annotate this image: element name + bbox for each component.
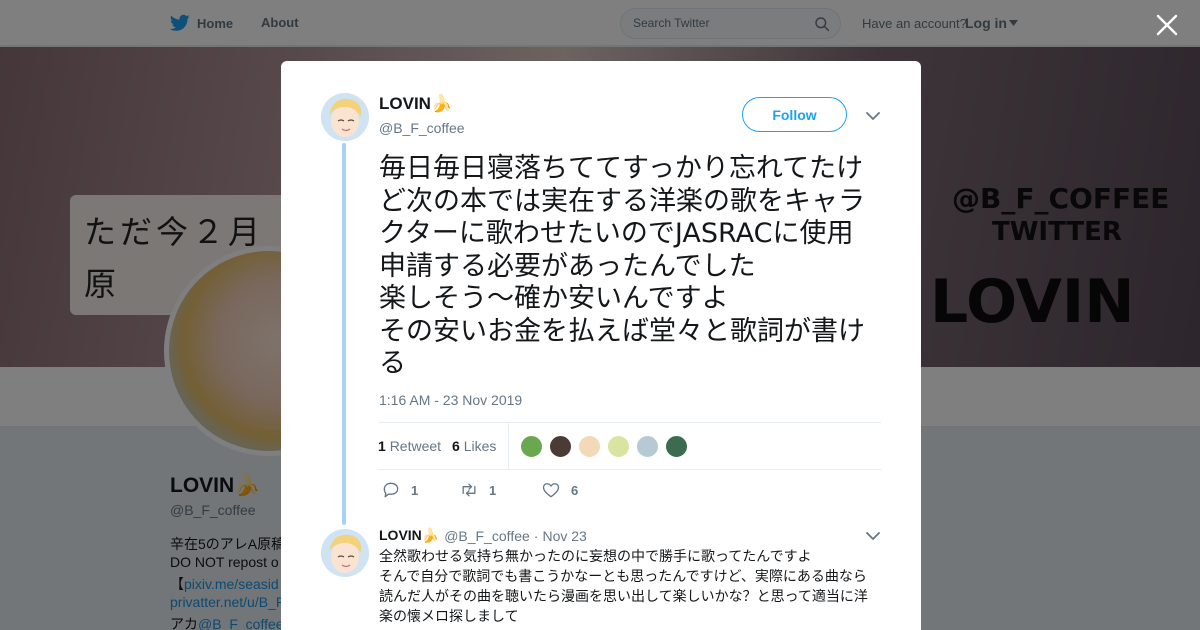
tweet-timestamp[interactable]: 1:16 AM - 23 Nov 2019 bbox=[379, 392, 522, 408]
retweet-stat[interactable]: 1 Retweet bbox=[378, 438, 441, 454]
author-name[interactable]: LOVIN🍌 bbox=[379, 94, 452, 114]
tweet-text-line: 毎日毎日寝落ちててすっかり忘れてたけ bbox=[379, 153, 864, 184]
like-count: 6 bbox=[571, 482, 579, 498]
reply-separator: · bbox=[533, 527, 539, 544]
tweet-text-line: クターに歌わせたいのでJASRACに使用 bbox=[379, 218, 854, 249]
reply-author-avatar[interactable] bbox=[321, 529, 369, 577]
like-button[interactable]: 6 bbox=[541, 480, 578, 500]
reply-button[interactable]: 1 bbox=[381, 480, 418, 500]
reply-date[interactable]: Nov 23 bbox=[542, 528, 586, 544]
stats-divider bbox=[508, 423, 509, 469]
close-icon[interactable] bbox=[1154, 12, 1180, 38]
likes-stat-count: 6 bbox=[452, 438, 460, 454]
reply-text-line: そんで自分で歌詞でも書こうかなーとも思ったんですけど、実際にある曲なら bbox=[379, 569, 867, 585]
retweet-stat-count: 1 bbox=[378, 438, 386, 454]
avatar-illustration bbox=[321, 93, 369, 141]
tweet-text-line: その安いお金を払えば堂々と歌詞が書け bbox=[379, 315, 865, 347]
reply-icon bbox=[383, 482, 399, 498]
reply-text-line: 全然歌わせる気持ち無かったのに妄想の中で勝手に歌ってたんですよ bbox=[379, 549, 812, 565]
liker-avatar[interactable] bbox=[636, 435, 659, 458]
liker-avatar[interactable] bbox=[607, 435, 630, 458]
liker-avatar[interactable] bbox=[578, 435, 601, 458]
retweet-count: 1 bbox=[489, 482, 497, 498]
liker-avatar[interactable] bbox=[520, 435, 543, 458]
likes-stat-label: Likes bbox=[463, 438, 497, 454]
thread-connector-line bbox=[342, 143, 346, 525]
liker-avatars bbox=[520, 435, 688, 458]
chevron-down-icon[interactable] bbox=[866, 531, 880, 541]
reply-author-handle[interactable]: @B_F_coffee bbox=[444, 528, 530, 544]
tweet-text-line: 楽しそう〜確か安いんですよ bbox=[379, 283, 729, 314]
retweet-icon bbox=[462, 483, 476, 497]
tweet-text-line: る bbox=[379, 348, 406, 379]
tweet-text: 毎日毎日寝落ちててすっかり忘れてたけ ど次の本では実在する洋楽の歌をキャラ クタ… bbox=[379, 153, 889, 381]
avatar-illustration bbox=[321, 529, 369, 577]
tweet-stats: 1 Retweet 6 Likes bbox=[378, 422, 881, 470]
author-avatar[interactable] bbox=[321, 93, 369, 141]
reply-text-line: 読んだ人がその曲を聴いたら漫画を思い出して楽しいかな？と思って適当に洋 bbox=[379, 589, 868, 605]
reply-text-line: 楽の懐メロ探しまして bbox=[379, 609, 519, 625]
reply-header: LOVIN🍌 @B_F_coffee · Nov 23 bbox=[379, 527, 587, 544]
chevron-down-icon[interactable] bbox=[866, 111, 880, 121]
follow-button[interactable]: Follow bbox=[742, 97, 847, 132]
tweet-modal: LOVIN🍌 @B_F_coffee Follow 毎日毎日寝落ちててすっかり忘… bbox=[281, 61, 921, 630]
heart-icon bbox=[542, 483, 560, 498]
retweet-stat-label: Retweet bbox=[389, 438, 442, 454]
author-handle[interactable]: @B_F_coffee bbox=[379, 120, 465, 136]
tweet-text-line: ど次の本では実在する洋楽の歌をキャラ bbox=[379, 185, 865, 217]
author-name-text: LOVIN🍌 bbox=[379, 94, 453, 113]
reply-count: 1 bbox=[411, 482, 419, 498]
likes-stat[interactable]: 6 Likes bbox=[452, 438, 496, 454]
liker-avatar[interactable] bbox=[549, 435, 572, 458]
liker-avatar[interactable] bbox=[665, 435, 688, 458]
reply-text: 全然歌わせる気持ち無かったのに妄想の中で勝手に歌ってたんですよ そんで自分で歌詞… bbox=[379, 547, 879, 627]
tweet-text-line: 申請する必要があったんでした bbox=[379, 250, 756, 282]
retweet-button[interactable]: 1 bbox=[459, 480, 496, 500]
reply-author-name[interactable]: LOVIN🍌 bbox=[379, 527, 439, 544]
